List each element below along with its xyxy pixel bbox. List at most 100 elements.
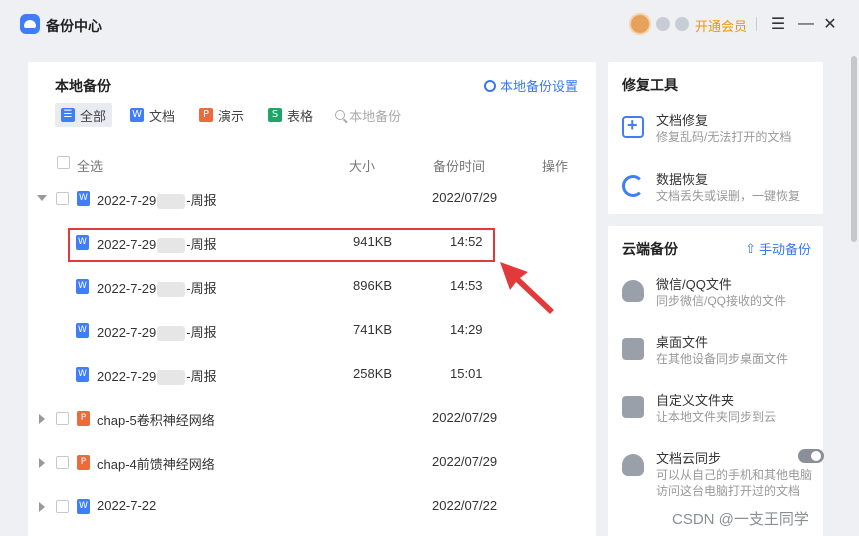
- file-name-suffix: -周报: [186, 193, 217, 208]
- cloud-backup-panel: 云端备份 ⇧ 手动备份 微信/QQ文件 同步微信/QQ接收的文件 桌面文件 在其他设备…: [608, 226, 824, 536]
- file-name: 2022-7-29 -周报: [97, 322, 217, 342]
- gear-icon: [483, 79, 496, 92]
- ppt-file-icon: P: [77, 455, 90, 470]
- scrollbar[interactable]: [851, 56, 857, 242]
- backup-time: 2022/07/29: [432, 190, 498, 205]
- table-row[interactable]: W 2022-7-29 -周报 2022/07/29: [28, 177, 596, 221]
- watermark: CSDN @一支王同学: [672, 511, 809, 528]
- table-header: 全选 大小 备份时间 操作: [28, 151, 596, 177]
- backup-time: 14:29: [450, 322, 483, 337]
- cloud-item-0[interactable]: 微信/QQ文件 同步微信/QQ接收的文件: [622, 274, 817, 314]
- cloud-item-description: 让本地文件夹同步到云: [656, 410, 777, 424]
- tool-description: 文档丢失或误删，一键恢复: [656, 189, 801, 203]
- filter-label: 表格: [287, 108, 314, 124]
- cloud-sync-toggle[interactable]: [798, 449, 824, 463]
- redacted-text: [157, 194, 186, 210]
- repair-tool-0[interactable]: 文档修复修复乱码/无法打开的文档: [622, 110, 817, 150]
- word-icon: W: [130, 108, 145, 122]
- select-all-checkbox[interactable]: [57, 156, 70, 169]
- search-icon: [335, 110, 346, 120]
- filter-tab-2[interactable]: P 演示: [193, 103, 250, 127]
- redacted-text: [157, 238, 186, 254]
- table-row[interactable]: W 2022-7-29 -周报 258KB 15:01: [28, 353, 596, 397]
- filter-tab-1[interactable]: W 文档: [124, 103, 181, 127]
- vip-link[interactable]: 开通会员: [695, 16, 747, 35]
- word-file-icon: W: [76, 367, 89, 382]
- member-badge-icon[interactable]: [675, 17, 689, 31]
- table-row[interactable]: Pchap-4前馈神经网络 2022/07/29: [28, 441, 596, 485]
- close-icon[interactable]: ✕: [820, 14, 840, 34]
- word-file-icon: W: [76, 323, 89, 338]
- filter-tab-3[interactable]: S 表格: [262, 103, 319, 127]
- file-name-part: chap-4前馈神经网络: [97, 457, 215, 472]
- tool-title: 数据恢复: [656, 172, 709, 187]
- file-name-part: 2022-7-22: [97, 498, 157, 513]
- cloud-item-1[interactable]: 桌面文件在其他设备同步桌面文件: [622, 332, 817, 372]
- filter-tab-0[interactable]: ☰ 全部: [55, 103, 113, 127]
- file-size: 741KB: [353, 322, 393, 337]
- cloud-item-description: 在其他设备同步桌面文件: [656, 352, 789, 366]
- backup-time: 14:52: [450, 234, 483, 249]
- cloud-item-description-2: 访问这台电脑打开过的文档: [656, 484, 801, 498]
- cloud-item-3[interactable]: 文档云同步 可以从自己的手机和其他电脑 访问这台电脑打开过的文档: [622, 448, 824, 498]
- backup-time: 15:01: [450, 366, 483, 381]
- file-name-part: 2022-7-29: [97, 237, 157, 252]
- file-name-suffix: -周报: [186, 237, 217, 252]
- local-backup-panel: 本地备份 本地备份设置 ☰ 全部 W 文档 P 演示 S 表格 本地备份 全选 大小 备份时间 …: [28, 62, 596, 536]
- file-size: 258KB: [353, 366, 393, 381]
- app-title: 备份中心: [46, 18, 102, 34]
- cloud-item-title: 文档云同步: [656, 451, 722, 466]
- filter-label: 全部: [80, 108, 107, 124]
- manual-backup-button[interactable]: ⇧ 手动备份: [745, 239, 811, 258]
- row-checkbox[interactable]: [56, 456, 69, 469]
- desktop-icon: [622, 338, 644, 360]
- size-column-header: 大小: [349, 159, 376, 174]
- backup-time: 14:53: [450, 278, 483, 293]
- file-size: 896KB: [353, 278, 393, 293]
- cloud-item-title: 自定义文件夹: [656, 393, 735, 408]
- backup-time: 2022/07/29: [432, 410, 498, 425]
- expand-caret-icon[interactable]: [39, 458, 45, 468]
- sheet-icon: S: [268, 108, 283, 122]
- file-name-suffix: -周报: [186, 281, 217, 296]
- titlebar-divider: [756, 17, 757, 31]
- repair-tools-title: 修复工具: [622, 77, 678, 93]
- data-recovery-icon: [622, 175, 644, 197]
- word-file-icon: W: [77, 191, 90, 206]
- file-name-suffix: -周报: [186, 325, 217, 340]
- row-checkbox[interactable]: [56, 192, 69, 205]
- expand-caret-icon[interactable]: [37, 195, 47, 201]
- local-backup-title: 本地备份: [55, 78, 111, 94]
- user-avatar[interactable]: [629, 13, 651, 35]
- row-checkbox[interactable]: [56, 412, 69, 425]
- upload-arrow-icon: ⇧: [745, 240, 756, 256]
- table-row[interactable]: W 2022-7-22 2022/07/22: [28, 485, 596, 529]
- expand-caret-icon[interactable]: [39, 502, 45, 512]
- file-name-suffix: -周报: [186, 369, 217, 384]
- ppt-icon: P: [199, 108, 214, 122]
- local-backup-settings-link[interactable]: 本地备份设置: [483, 76, 578, 95]
- cloud-item-title: 桌面文件: [656, 335, 709, 350]
- repair-tools-panel: 修复工具 文档修复修复乱码/无法打开的文档数据恢复文档丢失或误删，一键恢复: [608, 62, 823, 214]
- cloud-item-2[interactable]: 自定义文件夹让本地文件夹同步到云: [622, 390, 817, 430]
- file-name: 2022-7-22: [97, 498, 156, 513]
- minimize-icon[interactable]: —: [796, 14, 816, 34]
- file-name: 2022-7-29 -周报: [97, 190, 217, 210]
- filter-label: 文档: [149, 108, 176, 124]
- badge-icon[interactable]: [656, 17, 670, 31]
- table-row[interactable]: Pchap-5卷积神经网络 2022/07/29: [28, 397, 596, 441]
- redacted-text: [157, 370, 186, 386]
- word-file-icon: W: [76, 279, 89, 294]
- word-file-icon: W: [76, 235, 89, 250]
- file-name: 2022-7-29 -周报: [97, 234, 217, 254]
- filter-tabs: ☰ 全部 W 文档 P 演示 S 表格 本地备份: [55, 103, 401, 127]
- repair-tool-1[interactable]: 数据恢复文档丢失或误删，一键恢复: [622, 169, 817, 209]
- menu-icon[interactable]: ☰: [768, 14, 788, 34]
- time-column-header: 备份时间: [433, 159, 486, 174]
- search-local-backup[interactable]: 本地备份: [335, 103, 401, 127]
- file-name-part: 2022-7-29: [97, 369, 157, 384]
- expand-caret-icon[interactable]: [39, 414, 45, 424]
- folder-icon: [622, 396, 644, 418]
- row-checkbox[interactable]: [56, 500, 69, 513]
- search-placeholder: 本地备份: [349, 108, 402, 124]
